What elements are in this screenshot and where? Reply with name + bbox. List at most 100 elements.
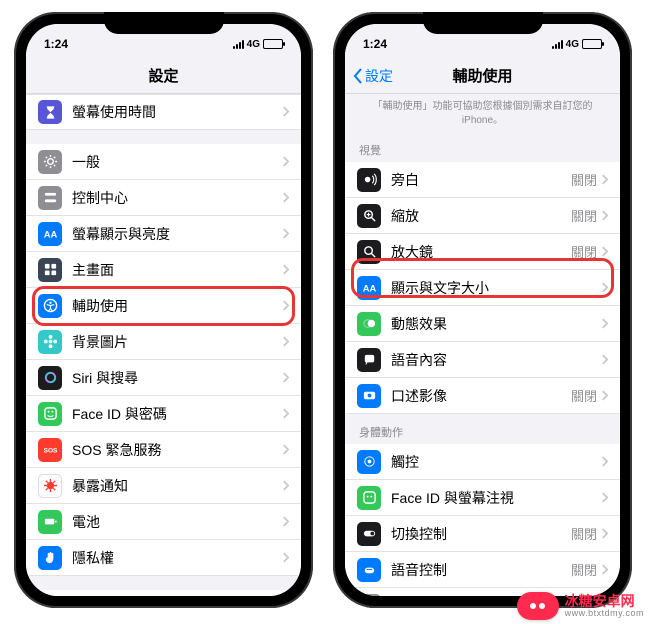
sidebtn-icon xyxy=(357,594,381,597)
siri-icon xyxy=(38,366,62,390)
settings-row-gear[interactable]: 一般 xyxy=(26,144,301,180)
hand-icon xyxy=(38,546,62,570)
settings-row-switches[interactable]: 控制中心 xyxy=(26,180,301,216)
battery-icon xyxy=(582,39,602,49)
aa-icon: AA xyxy=(357,276,381,300)
flower-icon xyxy=(38,330,62,354)
settings-row-hourglass[interactable]: 螢幕使用時間 xyxy=(26,94,301,130)
row-label: 旁白 xyxy=(391,170,571,190)
settings-row-aa[interactable]: AA 螢幕顯示與亮度 xyxy=(26,216,301,252)
row-value: 關閉 xyxy=(571,170,597,189)
gear-icon xyxy=(38,150,62,174)
phone-settings: 1:24 4G 設定 螢幕使用時間 一般 控制中心 AA 螢幕顯示與亮度 主 xyxy=(14,12,313,608)
watermark-url: www.btxtdmy.com xyxy=(565,608,644,618)
status-network: 4G xyxy=(566,39,579,50)
grid-icon xyxy=(38,258,62,282)
row-label: SOS 緊急服務 xyxy=(72,440,282,460)
row-label: 語音控制 xyxy=(391,560,571,580)
settings-row-audiodesc[interactable]: 口述影像 關閉 xyxy=(345,378,620,414)
row-label: 縮放 xyxy=(391,206,571,226)
settings-row-faceatt[interactable]: Face ID 與螢幕注視 xyxy=(345,480,620,516)
page-title: 輔助使用 xyxy=(452,65,512,86)
chevron-right-icon xyxy=(282,514,289,530)
aa-icon: AA xyxy=(38,222,62,246)
settings-row-siri[interactable]: Siri 與搜尋 xyxy=(26,360,301,396)
notch xyxy=(423,12,543,34)
settings-row-voiceover[interactable]: 旁白 關閉 xyxy=(345,162,620,198)
navbar: 設定 輔助使用 xyxy=(345,58,620,94)
signal-icon xyxy=(233,40,244,49)
switch-icon xyxy=(357,522,381,546)
chevron-right-icon xyxy=(601,490,608,506)
settings-row-appstore[interactable]: App Store xyxy=(26,590,301,596)
chevron-right-icon xyxy=(282,442,289,458)
settings-row-touch[interactable]: 觸控 xyxy=(345,444,620,480)
chevron-right-icon xyxy=(282,104,289,120)
status-network: 4G xyxy=(247,39,260,50)
chevron-right-icon xyxy=(282,550,289,566)
hourglass-icon xyxy=(38,100,62,124)
settings-row-flower[interactable]: 背景圖片 xyxy=(26,324,301,360)
svg-text:SOS: SOS xyxy=(43,447,57,454)
page-title: 設定 xyxy=(148,65,178,86)
settings-row-faceid[interactable]: Face ID 與密碼 xyxy=(26,396,301,432)
chevron-right-icon xyxy=(282,154,289,170)
row-label: 口述影像 xyxy=(391,386,571,406)
row-label: 語音內容 xyxy=(391,350,601,370)
chevron-right-icon xyxy=(601,208,608,224)
chevron-right-icon xyxy=(282,334,289,350)
row-label: 控制中心 xyxy=(72,188,282,208)
watermark-brand: 冰糖安卓网 xyxy=(565,594,644,608)
settings-row-motion[interactable]: 動態效果 xyxy=(345,306,620,342)
settings-row-voicectl[interactable]: 語音控制 關閉 xyxy=(345,552,620,588)
speech-icon xyxy=(357,348,381,372)
notch xyxy=(104,12,224,34)
svg-text:AA: AA xyxy=(362,283,376,293)
row-label: Face ID 與螢幕注視 xyxy=(391,488,601,508)
row-value: 關閉 xyxy=(571,524,597,543)
status-time: 1:24 xyxy=(363,37,387,51)
chevron-right-icon xyxy=(601,388,608,404)
settings-row-aa[interactable]: AA 顯示與文字大小 xyxy=(345,270,620,306)
chevron-right-icon xyxy=(601,280,608,296)
voiceover-icon xyxy=(357,168,381,192)
status-time: 1:24 xyxy=(44,37,68,51)
settings-row-accessibility[interactable]: 輔助使用 xyxy=(26,288,301,324)
settings-row-grid[interactable]: 主畫面 xyxy=(26,252,301,288)
settings-row-hand[interactable]: 隱私權 xyxy=(26,540,301,576)
sos-icon: SOS xyxy=(38,438,62,462)
row-label: 動態效果 xyxy=(391,314,601,334)
chevron-right-icon xyxy=(601,172,608,188)
settings-row-battery[interactable]: 電池 xyxy=(26,504,301,540)
row-value: 關閉 xyxy=(571,560,597,579)
chevron-right-icon xyxy=(282,190,289,206)
row-label: 一般 xyxy=(72,152,282,172)
row-value: 關閉 xyxy=(571,242,597,261)
audiodesc-icon xyxy=(357,384,381,408)
chevron-right-icon xyxy=(601,562,608,578)
touch-icon xyxy=(357,450,381,474)
chevron-right-icon xyxy=(601,526,608,542)
settings-row-switch[interactable]: 切換控制 關閉 xyxy=(345,516,620,552)
row-label: 輔助使用 xyxy=(72,296,282,316)
svg-text:AA: AA xyxy=(43,229,57,239)
battery-icon xyxy=(38,510,62,534)
settings-row-virus[interactable]: 暴露通知 xyxy=(26,468,301,504)
settings-row-sos[interactable]: SOS SOS 緊急服務 xyxy=(26,432,301,468)
faceatt-icon xyxy=(357,486,381,510)
settings-row-zoom[interactable]: 縮放 關閉 xyxy=(345,198,620,234)
row-value: 關閉 xyxy=(571,386,597,405)
motion-icon xyxy=(357,312,381,336)
row-label: 顯示與文字大小 xyxy=(391,278,601,298)
virus-icon xyxy=(38,474,62,498)
row-label: 主畫面 xyxy=(72,260,282,280)
section-header-physical: 身體動作 xyxy=(345,414,620,444)
back-button[interactable]: 設定 xyxy=(353,58,393,93)
accessibility-icon xyxy=(38,294,62,318)
signal-icon xyxy=(552,40,563,49)
settings-row-magnifier[interactable]: 放大鏡 關閉 xyxy=(345,234,620,270)
settings-row-speech[interactable]: 語音內容 xyxy=(345,342,620,378)
chevron-right-icon xyxy=(282,298,289,314)
faceid-icon xyxy=(38,402,62,426)
row-label: 切換控制 xyxy=(391,524,571,544)
